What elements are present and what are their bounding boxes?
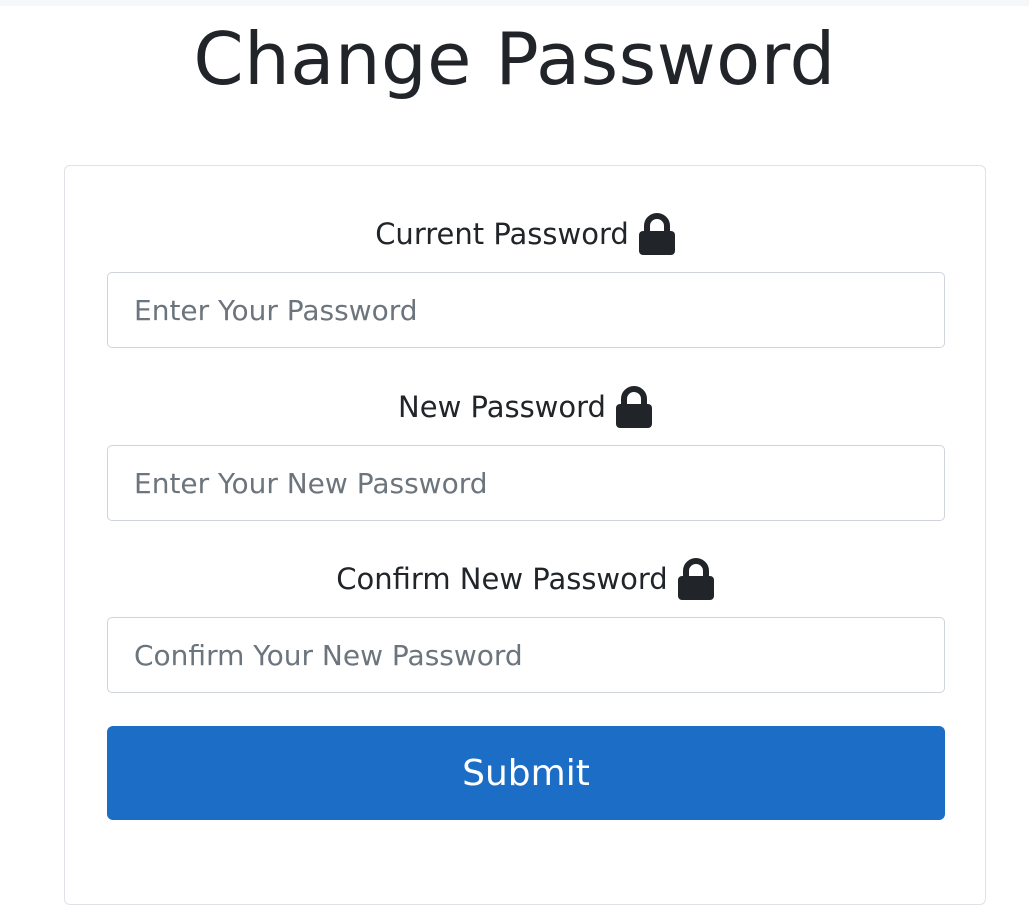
page-title: Change Password	[193, 17, 836, 101]
top-bar	[0, 0, 1029, 6]
confirm-password-input[interactable]	[107, 617, 945, 693]
new-password-label-row: New Password	[107, 385, 945, 429]
current-password-label: Current Password	[375, 217, 629, 251]
confirm-password-label-row: Confirm New Password	[107, 557, 945, 601]
current-password-input[interactable]	[107, 272, 945, 348]
lock-icon	[676, 557, 716, 601]
change-password-card: Current Password New Password Confirm Ne…	[64, 165, 986, 905]
current-password-label-row: Current Password	[107, 212, 945, 256]
lock-icon	[614, 385, 654, 429]
confirm-password-label: Confirm New Password	[336, 562, 668, 596]
submit-button[interactable]: Submit	[107, 726, 945, 820]
new-password-label: New Password	[398, 390, 606, 424]
new-password-input[interactable]	[107, 445, 945, 521]
lock-icon	[637, 212, 677, 256]
